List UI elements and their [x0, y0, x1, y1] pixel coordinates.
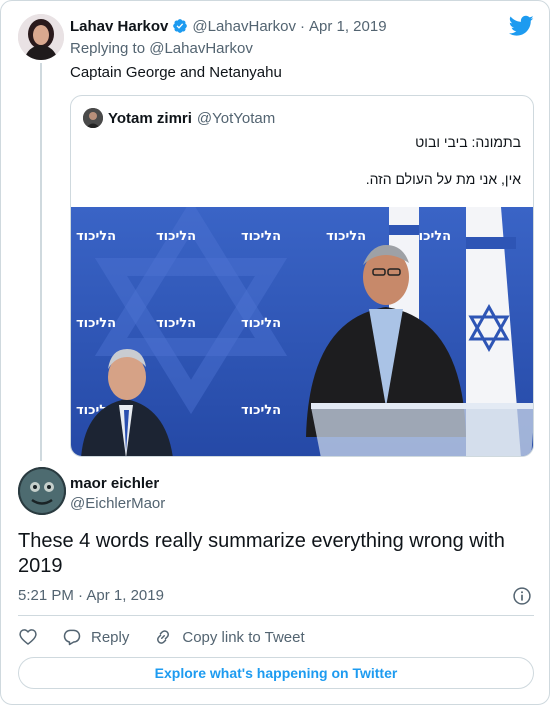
- replying-prefix: Replying to: [70, 40, 146, 57]
- thread-connector: [40, 63, 42, 461]
- explore-twitter-button[interactable]: Explore what's happening on Twitter: [18, 657, 534, 689]
- quoted-photo[interactable]: הליכוד הליכוד הליכוד הליכוד הליכוד הליכו…: [71, 207, 533, 456]
- action-bar: Reply Copy link to Tweet: [18, 625, 329, 649]
- backdrop-logo-text: הליכוד: [76, 316, 116, 331]
- quoted-author-row: Yotam zimri @YotYotam: [83, 108, 275, 128]
- tweet-author-row: Lahav Harkov @LahavHarkov · Apr 1, 2019: [70, 15, 387, 37]
- author-avatar[interactable]: [18, 14, 64, 60]
- heart-icon: [19, 629, 37, 645]
- quoted-author-handle: @YotYotam: [196, 109, 276, 127]
- author-name[interactable]: Lahav Harkov: [70, 18, 168, 35]
- speech-bubble-icon: [63, 629, 81, 646]
- reply-author-name[interactable]: maor eichler: [70, 475, 159, 492]
- separator-dot: ·: [300, 17, 305, 35]
- backdrop-logo-text: הליכוד: [156, 316, 196, 331]
- quoted-text-line-1: בתמונה: ביבי ובוט: [415, 134, 521, 150]
- twitter-bird-icon[interactable]: [509, 15, 534, 37]
- reply-time[interactable]: 5:21 PM: [18, 587, 74, 604]
- reply-author-avatar[interactable]: [18, 467, 66, 515]
- reply-date[interactable]: Apr 1, 2019: [86, 587, 164, 604]
- like-button[interactable]: [18, 627, 38, 647]
- quoted-author-name: Yotam zimri: [108, 109, 192, 127]
- tweet-text: Captain George and Netanyahu: [70, 64, 282, 81]
- quoted-avatar: [83, 108, 103, 128]
- divider: [18, 615, 534, 616]
- tweet-date[interactable]: Apr 1, 2019: [309, 18, 387, 35]
- backdrop-logo-text: הליכוד: [241, 403, 281, 418]
- backdrop-logo-text: הליכוד: [156, 229, 196, 244]
- tweet-embed-card: Lahav Harkov @LahavHarkov · Apr 1, 2019 …: [0, 0, 550, 705]
- verified-badge-icon: [173, 19, 188, 33]
- replying-handle-link[interactable]: @LahavHarkov: [149, 40, 253, 57]
- author-handle[interactable]: @LahavHarkov: [192, 18, 296, 35]
- copy-link-label: Copy link to Tweet: [182, 628, 305, 646]
- quoted-tweet[interactable]: Yotam zimri @YotYotam בתמונה: ביבי ובוט …: [70, 95, 534, 457]
- reply-label: Reply: [91, 628, 130, 646]
- backdrop-logo-text: הליכוד: [76, 229, 116, 244]
- separator-dot: ·: [78, 587, 84, 604]
- backdrop-logo-text: הליכוד: [241, 229, 281, 244]
- reply-button[interactable]: Reply: [62, 627, 129, 647]
- reply-author-handle[interactable]: @EichlerMaor: [70, 495, 165, 512]
- backdrop-logo-text: הליכוד: [241, 316, 281, 331]
- replying-to: Replying to @LahavHarkov: [70, 40, 253, 57]
- reply-timestamp[interactable]: 5:21 PM · Apr 1, 2019: [18, 587, 164, 604]
- link-icon: [157, 630, 170, 644]
- info-icon[interactable]: [512, 586, 532, 606]
- reply-text: These 4 words really summarize everythin…: [18, 530, 505, 577]
- backdrop-logo-text: הליכוד: [326, 229, 366, 244]
- copy-link-button[interactable]: Copy link to Tweet: [153, 627, 305, 647]
- quoted-text-line-2: אין, אני מת על העולם הזה.: [365, 171, 521, 187]
